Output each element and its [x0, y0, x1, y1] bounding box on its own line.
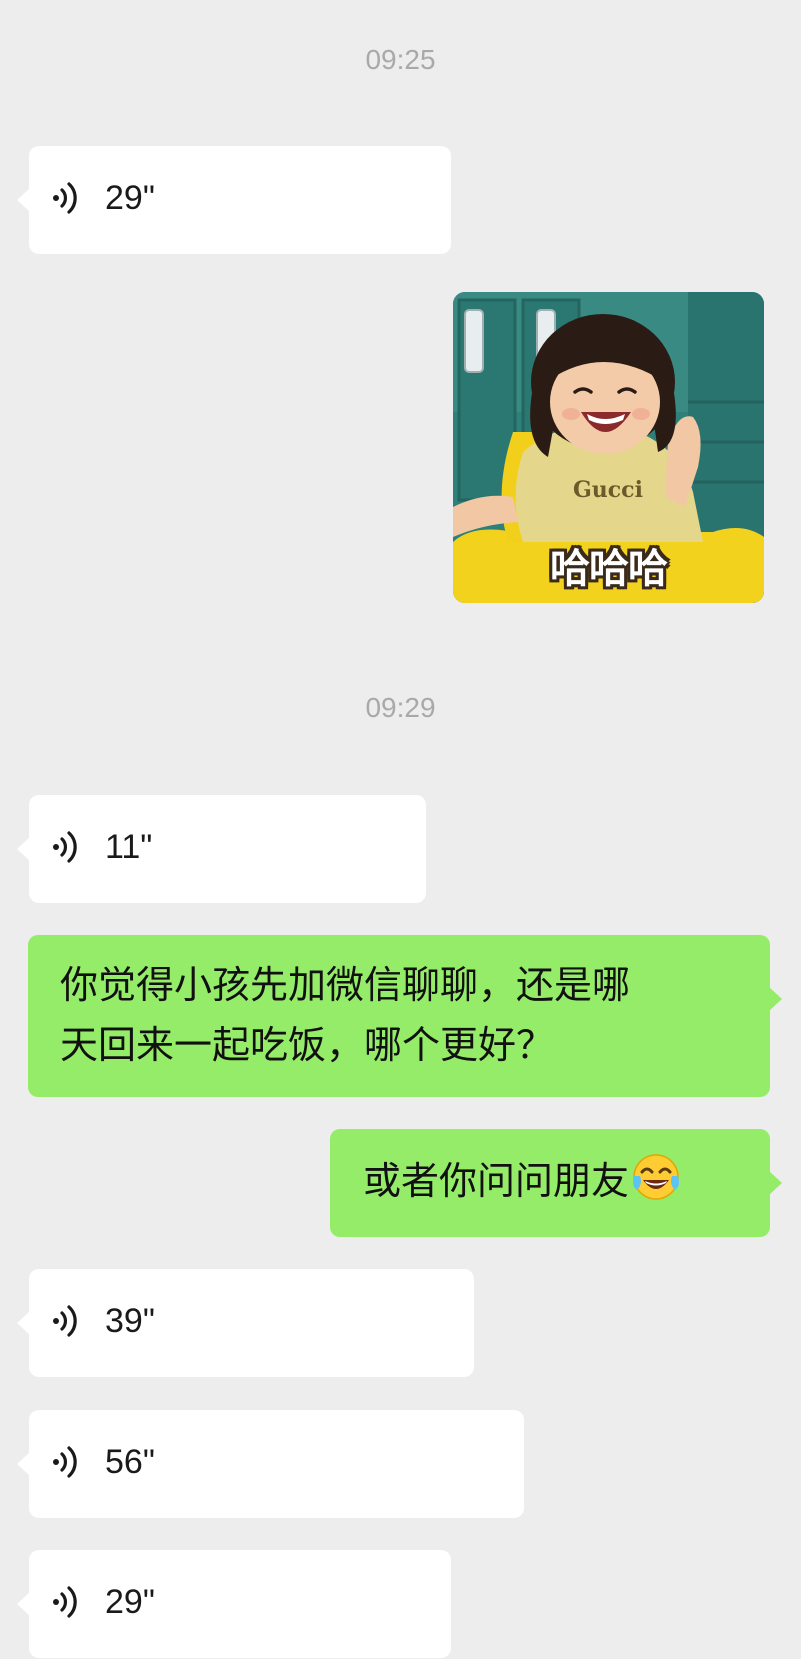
text-message-outgoing[interactable]: 或者你问问朋友: [330, 1129, 782, 1237]
timestamp-divider: 09:29: [365, 692, 436, 723]
voice-message[interactable]: 29": [17, 1550, 451, 1658]
svg-text:Gucci: Gucci: [573, 477, 643, 503]
voice-message[interactable]: 29": [17, 146, 451, 254]
text-message-outgoing[interactable]: 你觉得小孩先加微信聊聊，还是哪 天回来一起吃饭，哪个更好？: [28, 935, 782, 1097]
voice-message[interactable]: 56": [17, 1410, 524, 1518]
bubble-tail: [17, 1311, 30, 1335]
voice-message[interactable]: 11": [17, 795, 426, 903]
voice-duration: 56": [105, 1443, 155, 1481]
bubble-tail: [17, 188, 30, 212]
message-text: 或者你问问朋友: [363, 1159, 630, 1203]
bubble-tail: [769, 1171, 782, 1195]
voice-wave-icon: [53, 831, 77, 863]
message-line: 天回来一起吃饭，哪个更好？: [60, 1023, 555, 1067]
tears-of-joy-emoji-icon: [633, 1154, 680, 1200]
voice-message[interactable]: 39": [17, 1269, 474, 1377]
voice-duration: 11": [105, 828, 153, 866]
bubble-tail: [17, 837, 30, 861]
voice-wave-icon: [53, 1305, 77, 1337]
bubble-tail: [769, 987, 782, 1011]
voice-wave-icon: [53, 1446, 77, 1478]
voice-wave-icon: [53, 182, 77, 214]
voice-wave-icon: [53, 1586, 77, 1618]
voice-duration: 39": [105, 1302, 155, 1340]
voice-duration: 29": [105, 1583, 155, 1621]
voice-duration: 29": [105, 179, 155, 217]
message-line: 你觉得小孩先加微信聊聊，还是哪: [60, 963, 631, 1007]
sticker-caption: 哈哈哈: [550, 546, 668, 592]
timestamp-divider: 09:25: [365, 44, 436, 75]
bubble-tail: [17, 1592, 30, 1616]
bubble-tail: [17, 1452, 30, 1476]
sticker-image[interactable]: Gucci 哈哈哈: [453, 292, 764, 603]
